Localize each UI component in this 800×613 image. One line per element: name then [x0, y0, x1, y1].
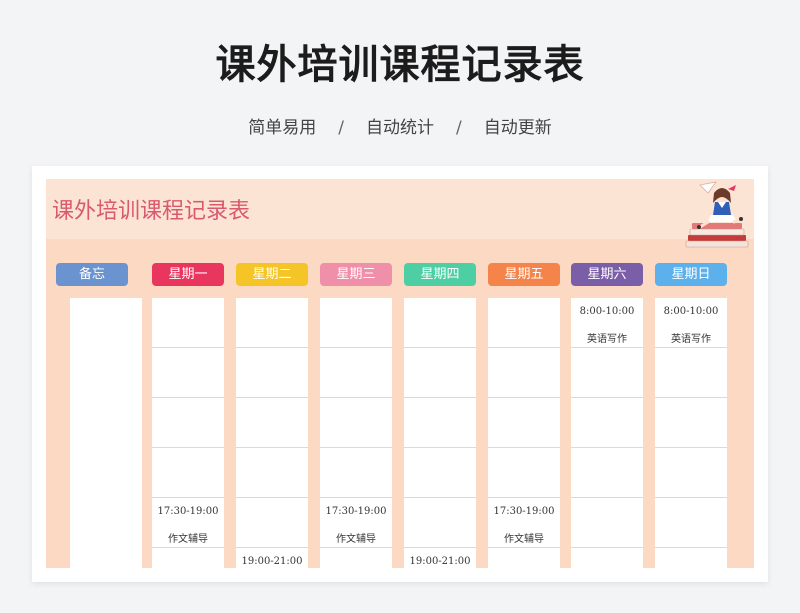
- day-header-wednesday: 星期三: [320, 263, 392, 286]
- schedule-cell[interactable]: [320, 398, 392, 448]
- day-header-saturday: 星期六: [571, 263, 643, 286]
- schedule-cell[interactable]: [152, 348, 224, 398]
- schedule-cell[interactable]: [236, 298, 308, 348]
- class-time: 17:30-19:00: [157, 506, 219, 517]
- column-tuesday: 19:00-21:00: [236, 298, 308, 568]
- template-title: 课外培训课程记录表: [52, 199, 251, 224]
- template-preview: 课外培训课程记录表 备忘 星期一 星期二 星期三 星期四 星期五 星期六 星期日 17:30-…: [32, 166, 768, 582]
- girl-reading-books-illustration: [685, 181, 749, 248]
- class-time: 17:30-19:00: [493, 506, 555, 517]
- schedule-cell[interactable]: [488, 298, 560, 348]
- schedule-cell[interactable]: [655, 448, 727, 498]
- schedule-cell[interactable]: [236, 398, 308, 448]
- column-friday: 17:30-19:00 作文辅导: [488, 298, 560, 568]
- schedule-cell[interactable]: [655, 548, 727, 568]
- schedule-cell[interactable]: [571, 398, 643, 448]
- day-header-memo: 备忘: [56, 263, 128, 286]
- column-memo: [70, 298, 142, 568]
- schedule-cell[interactable]: [488, 448, 560, 498]
- class-time: 19:00-21:00: [241, 556, 303, 567]
- schedule-cell[interactable]: [152, 448, 224, 498]
- class-time: 17:30-19:00: [325, 506, 387, 517]
- schedule-cell[interactable]: 8:00-10:00 英语写作: [571, 298, 643, 348]
- schedule-cell[interactable]: 19:00-21:00: [236, 548, 308, 568]
- schedule-template: 课外培训课程记录表 备忘 星期一 星期二 星期三 星期四 星期五 星期六 星期日 17:30-…: [46, 179, 754, 568]
- schedule-cell[interactable]: [571, 448, 643, 498]
- day-header-tuesday: 星期二: [236, 263, 308, 286]
- schedule-cell[interactable]: [404, 398, 476, 448]
- feature-auto-stats: 自动统计: [366, 118, 434, 138]
- class-subject: 英语写作: [671, 334, 711, 345]
- day-header-friday: 星期五: [488, 263, 560, 286]
- separator: /: [338, 118, 344, 138]
- day-header-sunday: 星期日: [655, 263, 727, 286]
- schedule-cell[interactable]: [404, 348, 476, 398]
- schedule-cell[interactable]: [571, 498, 643, 548]
- class-subject: 英语写作: [587, 334, 627, 345]
- schedule-cell[interactable]: [152, 548, 224, 568]
- page-title: 课外培训课程记录表: [215, 42, 585, 88]
- column-monday: 17:30-19:00 作文辅导: [152, 298, 224, 568]
- schedule-cell[interactable]: [320, 348, 392, 398]
- schedule-cell[interactable]: [655, 498, 727, 548]
- schedule-cell[interactable]: 8:00-10:00 英语写作: [655, 298, 727, 348]
- class-time: 19:00-21:00: [409, 556, 471, 567]
- day-header-monday: 星期一: [152, 263, 224, 286]
- schedule-cell[interactable]: [236, 448, 308, 498]
- class-subject: 作文辅导: [504, 534, 544, 545]
- schedule-cell[interactable]: [488, 398, 560, 448]
- class-time: 8:00-10:00: [663, 306, 719, 317]
- schedule-cell[interactable]: [320, 298, 392, 348]
- day-header-thursday: 星期四: [404, 263, 476, 286]
- schedule-cell[interactable]: 17:30-19:00 作文辅导: [488, 498, 560, 548]
- schedule-cell[interactable]: [320, 548, 392, 568]
- schedule-cell[interactable]: [655, 348, 727, 398]
- column-saturday: 8:00-10:00 英语写作: [571, 298, 643, 568]
- schedule-cell[interactable]: [655, 398, 727, 448]
- column-thursday: 19:00-21:00: [404, 298, 476, 568]
- class-time: 8:00-10:00: [579, 306, 635, 317]
- schedule-cell[interactable]: [571, 548, 643, 568]
- schedule-cell[interactable]: [236, 498, 308, 548]
- column-wednesday: 17:30-19:00 作文辅导: [320, 298, 392, 568]
- schedule-cell[interactable]: [571, 348, 643, 398]
- feature-easy: 简单易用: [248, 118, 317, 138]
- schedule-cell[interactable]: [404, 498, 476, 548]
- schedule-cell[interactable]: 19:00-21:00: [404, 548, 476, 568]
- class-subject: 作文辅导: [336, 534, 376, 545]
- schedule-cell[interactable]: [320, 448, 392, 498]
- template-banner: 课外培训课程记录表: [46, 179, 754, 239]
- column-sunday: 8:00-10:00 英语写作: [655, 298, 727, 568]
- schedule-cell[interactable]: 17:30-19:00 作文辅导: [152, 498, 224, 548]
- schedule-cell[interactable]: [488, 548, 560, 568]
- schedule-cell[interactable]: [404, 298, 476, 348]
- feature-tagline: 简单易用 / 自动统计 / 自动更新: [0, 113, 800, 138]
- schedule-cell[interactable]: [152, 398, 224, 448]
- schedule-cell[interactable]: [236, 348, 308, 398]
- separator: /: [456, 118, 462, 138]
- schedule-cell[interactable]: [404, 448, 476, 498]
- feature-auto-update: 自动更新: [483, 118, 552, 138]
- schedule-cell[interactable]: [152, 298, 224, 348]
- schedule-cell[interactable]: 17:30-19:00 作文辅导: [320, 498, 392, 548]
- schedule-cell[interactable]: [488, 348, 560, 398]
- class-subject: 作文辅导: [168, 534, 208, 545]
